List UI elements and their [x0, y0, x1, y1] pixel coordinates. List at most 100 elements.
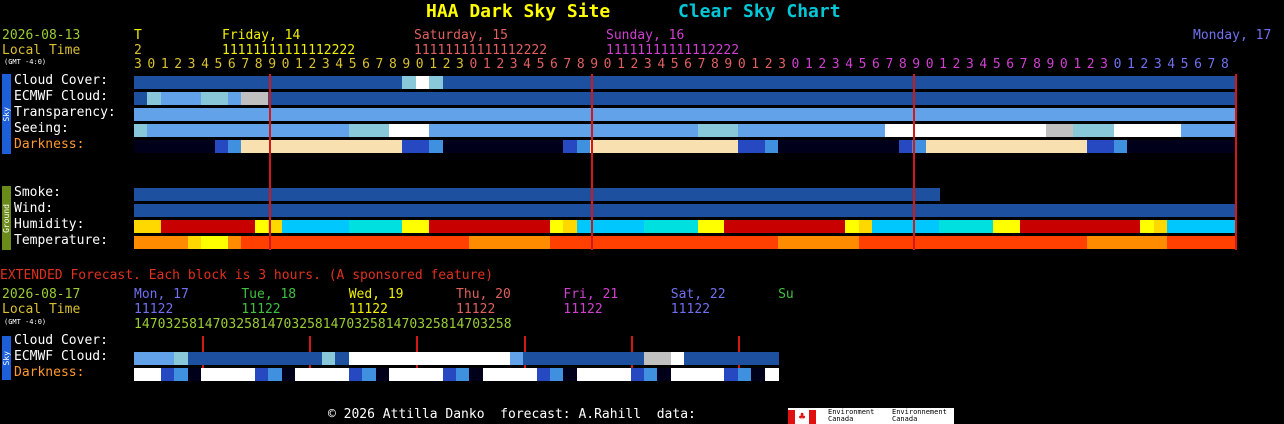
forecast-cell[interactable]: [952, 236, 967, 249]
forecast-cell[interactable]: [1006, 204, 1021, 217]
forecast-cell[interactable]: [1167, 92, 1182, 105]
extended-forecast-cell[interactable]: [174, 368, 189, 381]
forecast-cell[interactable]: [549, 124, 564, 137]
forecast-cell[interactable]: [965, 236, 980, 249]
forecast-cell[interactable]: [791, 220, 806, 233]
forecast-cell[interactable]: [1059, 140, 1074, 153]
forecast-cell[interactable]: [321, 220, 336, 233]
forecast-cell[interactable]: [536, 124, 551, 137]
forecast-cell[interactable]: [1167, 140, 1182, 153]
forecast-cell[interactable]: [308, 188, 323, 201]
forecast-cell[interactable]: [737, 124, 752, 137]
forecast-cell[interactable]: [1100, 124, 1115, 137]
forecast-cell[interactable]: [939, 76, 954, 89]
forecast-cell[interactable]: [362, 236, 377, 249]
forecast-cell[interactable]: [778, 220, 793, 233]
forecast-cell[interactable]: [603, 92, 618, 105]
forecast-cell[interactable]: [134, 236, 148, 249]
forecast-cell[interactable]: [348, 236, 363, 249]
forecast-cell[interactable]: [321, 236, 336, 249]
forecast-cell[interactable]: [804, 220, 819, 233]
forecast-cell[interactable]: [724, 188, 739, 201]
forecast-cell[interactable]: [429, 204, 444, 217]
forecast-cell[interactable]: [227, 188, 242, 201]
forecast-cell[interactable]: [1167, 236, 1182, 249]
forecast-cell[interactable]: [388, 236, 403, 249]
forecast-cell[interactable]: [214, 92, 229, 105]
forecast-cell[interactable]: [563, 124, 578, 137]
forecast-cell[interactable]: [1086, 220, 1101, 233]
forecast-cell[interactable]: [1073, 92, 1088, 105]
forecast-cell[interactable]: [496, 236, 511, 249]
extended-forecast-cell[interactable]: [643, 352, 658, 365]
extended-forecast-cell[interactable]: [268, 352, 283, 365]
forecast-cell[interactable]: [482, 140, 497, 153]
forecast-cell[interactable]: [791, 140, 806, 153]
extended-forecast-cell[interactable]: [214, 368, 229, 381]
forecast-cell[interactable]: [415, 76, 430, 89]
forecast-cell[interactable]: [630, 92, 645, 105]
forecast-cell[interactable]: [429, 108, 444, 121]
forecast-cell[interactable]: [456, 108, 471, 121]
forecast-cell[interactable]: [939, 108, 954, 121]
forecast-cell[interactable]: [1140, 76, 1155, 89]
forecast-cell[interactable]: [1113, 140, 1128, 153]
forecast-cell[interactable]: [885, 76, 900, 89]
forecast-cell[interactable]: [576, 140, 591, 153]
forecast-cell[interactable]: [1073, 124, 1088, 137]
forecast-cell[interactable]: [925, 236, 940, 249]
forecast-cell[interactable]: [429, 220, 444, 233]
extended-forecast-cell[interactable]: [536, 352, 551, 365]
forecast-cell[interactable]: [898, 220, 913, 233]
forecast-cell[interactable]: [845, 220, 860, 233]
forecast-cell[interactable]: [402, 140, 417, 153]
forecast-cell[interactable]: [1113, 124, 1128, 137]
forecast-cell[interactable]: [335, 204, 350, 217]
forecast-cell[interactable]: [697, 124, 712, 137]
forecast-cell[interactable]: [281, 140, 296, 153]
forecast-cell[interactable]: [697, 92, 712, 105]
forecast-cell[interactable]: [174, 76, 189, 89]
forecast-cell[interactable]: [1033, 204, 1048, 217]
forecast-cell[interactable]: [1073, 140, 1088, 153]
forecast-cell[interactable]: [308, 140, 323, 153]
forecast-cell[interactable]: [751, 124, 766, 137]
forecast-cell[interactable]: [348, 220, 363, 233]
forecast-cell[interactable]: [885, 108, 900, 121]
forecast-cell[interactable]: [147, 188, 162, 201]
forecast-cell[interactable]: [160, 220, 175, 233]
extended-forecast-cell[interactable]: [711, 352, 726, 365]
forecast-cell[interactable]: [1019, 124, 1034, 137]
forecast-cell[interactable]: [469, 204, 484, 217]
forecast-cell[interactable]: [482, 124, 497, 137]
forecast-cell[interactable]: [1113, 236, 1128, 249]
forecast-cell[interactable]: [1046, 140, 1061, 153]
forecast-cell[interactable]: [898, 108, 913, 121]
forecast-cell[interactable]: [1019, 236, 1034, 249]
forecast-cell[interactable]: [348, 188, 363, 201]
forecast-cell[interactable]: [415, 204, 430, 217]
forecast-cell[interactable]: [711, 204, 726, 217]
extended-forecast-cell[interactable]: [388, 352, 403, 365]
forecast-cell[interactable]: [898, 236, 913, 249]
extended-forecast-cell[interactable]: [563, 368, 578, 381]
forecast-cell[interactable]: [603, 108, 618, 121]
forecast-cell[interactable]: [1059, 92, 1074, 105]
forecast-cell[interactable]: [563, 188, 578, 201]
forecast-cell[interactable]: [254, 92, 269, 105]
forecast-cell[interactable]: [549, 204, 564, 217]
forecast-cell[interactable]: [1127, 140, 1141, 153]
extended-forecast-cell[interactable]: [254, 352, 269, 365]
forecast-cell[interactable]: [831, 140, 846, 153]
forecast-cell[interactable]: [1086, 76, 1101, 89]
forecast-cell[interactable]: [1180, 236, 1195, 249]
forecast-cell[interactable]: [402, 204, 417, 217]
forecast-cell[interactable]: [751, 188, 766, 201]
forecast-cell[interactable]: [764, 76, 779, 89]
forecast-cell[interactable]: [388, 188, 403, 201]
forecast-cell[interactable]: [872, 236, 887, 249]
forecast-cell[interactable]: [523, 188, 538, 201]
forecast-cell[interactable]: [402, 188, 417, 201]
forecast-cell[interactable]: [1006, 236, 1021, 249]
forecast-cell[interactable]: [791, 236, 806, 249]
